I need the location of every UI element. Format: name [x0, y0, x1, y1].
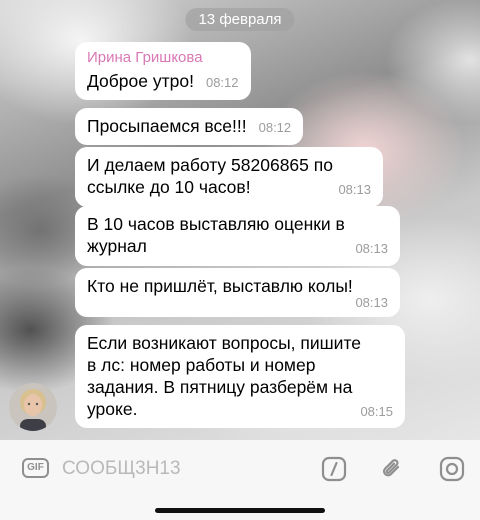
date-separator: 13 февраля [185, 8, 295, 31]
chat-background: 13 февраля Ирина Гришкова Доброе утро! 08… [0, 0, 480, 440]
message-bubble[interactable]: Просыпаемся все!!! 08:12 [75, 108, 304, 145]
message-bubble[interactable]: Ирина Гришкова Доброе утро! 08:12 [75, 42, 251, 100]
message-text-line: И делаем работу 58206865 по [87, 155, 333, 175]
message-text-line: Если возникают вопросы, пишите [87, 333, 362, 353]
camera-icon[interactable] [438, 455, 466, 483]
sender-name[interactable]: Ирина Гришкова [87, 49, 239, 67]
message-time: 08:15 [360, 404, 393, 419]
message-text: Доброе утро! [87, 71, 194, 91]
avatar-image [9, 383, 57, 431]
home-indicator [155, 508, 325, 513]
message-time: 08:12 [258, 120, 292, 135]
message-time: 08:13 [355, 241, 388, 256]
message-time: 08:12 [205, 75, 239, 90]
message-bubble[interactable]: Кто не пришлёт, выставлю колы! 08:13 [75, 268, 400, 317]
message-bubble[interactable]: Если возникают вопросы, пишите в лс: ном… [75, 325, 405, 428]
message-text-line: уроке. [87, 399, 138, 419]
sender-avatar[interactable] [9, 383, 57, 431]
message-text-line: в лс: номер работы и номер [87, 355, 316, 375]
message-text-line: ссылке до 10 часов! [87, 177, 251, 197]
message-text-line: В 10 часов выставляю оценки в [87, 214, 345, 234]
message-text: Кто не пришлёт, выставлю колы! [87, 276, 353, 296]
message-time: 08:13 [355, 295, 388, 310]
message-composer: GIF [0, 440, 480, 520]
message-bubble[interactable]: И делаем работу 58206865 по ссылке до 10… [75, 147, 383, 207]
message-bubble[interactable]: В 10 часов выставляю оценки в журнал 08:1… [75, 206, 400, 266]
gif-icon[interactable]: GIF [22, 458, 49, 478]
message-text-line: задания. В пятницу разберём на [87, 377, 353, 397]
message-text: Просыпаемся все!!! [87, 116, 247, 136]
message-text-line: журнал [87, 236, 147, 256]
message-input[interactable] [62, 454, 282, 484]
message-time: 08:13 [338, 182, 371, 197]
paperclip-icon[interactable] [378, 455, 406, 483]
command-slash-icon[interactable] [320, 455, 348, 483]
